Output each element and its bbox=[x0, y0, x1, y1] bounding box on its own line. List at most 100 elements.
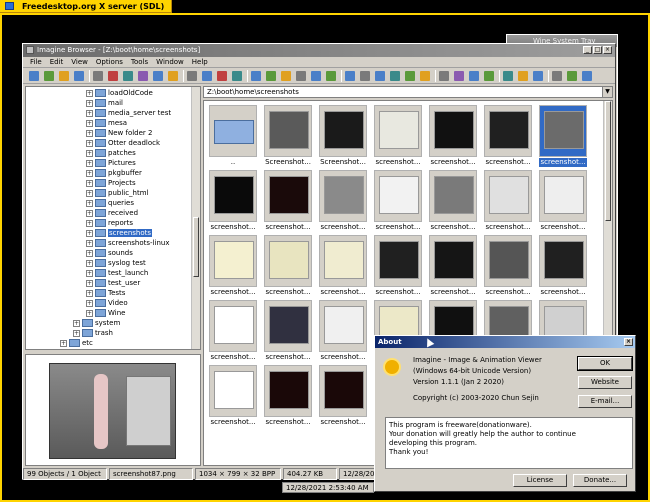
toolbar-button-icon[interactable] bbox=[552, 71, 562, 81]
thumbnail-item[interactable]: Screenshot... bbox=[319, 105, 369, 169]
thumbnail-item[interactable]: screenshot... bbox=[484, 235, 534, 299]
menu-view[interactable]: View bbox=[67, 57, 92, 67]
toolbar-button-icon[interactable] bbox=[296, 71, 306, 81]
toolbar-button-icon[interactable] bbox=[251, 71, 261, 81]
thumbnail-item[interactable]: screenshot... bbox=[319, 170, 369, 234]
toolbar-button-icon[interactable] bbox=[281, 71, 291, 81]
expand-icon[interactable]: + bbox=[86, 269, 93, 277]
tree-scrollbar[interactable] bbox=[191, 87, 200, 349]
tree-item[interactable]: + received bbox=[86, 208, 138, 218]
tree-item[interactable]: + etc bbox=[60, 338, 93, 348]
toolbar-button-icon[interactable] bbox=[567, 71, 577, 81]
toolbar-button-icon[interactable] bbox=[326, 71, 336, 81]
path-combobox[interactable]: Z:\boot\home\screenshots ▼ bbox=[203, 86, 613, 98]
toolbar-button-icon[interactable] bbox=[518, 71, 528, 81]
toolbar-button-icon[interactable] bbox=[202, 71, 212, 81]
expand-icon[interactable]: + bbox=[60, 339, 67, 347]
expand-icon[interactable]: + bbox=[86, 289, 93, 297]
tree-item[interactable]: + Projects bbox=[86, 178, 136, 188]
expand-icon[interactable]: + bbox=[86, 249, 93, 257]
toolbar-button-icon[interactable] bbox=[187, 71, 197, 81]
window-titlebar[interactable]: Imagine Browser - [Z:\boot\home\screensh… bbox=[23, 44, 615, 57]
ok-button[interactable]: OK bbox=[577, 356, 633, 371]
expand-icon[interactable]: + bbox=[86, 119, 93, 127]
toolbar-button-icon[interactable] bbox=[390, 71, 400, 81]
thumbnail-item[interactable]: screenshot... bbox=[319, 235, 369, 299]
toolbar-button-icon[interactable] bbox=[311, 71, 321, 81]
toolbar-button-icon[interactable] bbox=[138, 71, 148, 81]
thumbnail-item[interactable]: screenshot... bbox=[209, 170, 259, 234]
thumbnail-item[interactable]: screenshot... bbox=[264, 300, 314, 364]
donate-button[interactable]: Donate... bbox=[573, 474, 627, 487]
parent-folder-item[interactable]: .. bbox=[209, 105, 259, 169]
expand-icon[interactable]: + bbox=[86, 309, 93, 317]
thumbnail-item[interactable]: screenshot... bbox=[264, 235, 314, 299]
tree-item[interactable]: + test_user bbox=[86, 278, 140, 288]
expand-icon[interactable]: + bbox=[86, 299, 93, 307]
tree-scroll-thumb[interactable] bbox=[193, 217, 199, 277]
menu-window[interactable]: Window bbox=[152, 57, 188, 67]
tree-item[interactable]: + Otter deadlock bbox=[86, 138, 160, 148]
expand-icon[interactable]: + bbox=[86, 169, 93, 177]
email-button[interactable]: E-mail... bbox=[578, 395, 632, 408]
thumbnail-item[interactable]: screenshot... bbox=[539, 235, 589, 299]
toolbar-button-icon[interactable] bbox=[582, 71, 592, 81]
tree-item[interactable]: + mesa bbox=[86, 118, 127, 128]
toolbar-button-icon[interactable] bbox=[232, 71, 242, 81]
thumbnail-item[interactable]: screenshot... bbox=[319, 365, 369, 429]
tree-item[interactable]: + public_html bbox=[86, 188, 149, 198]
toolbar-button-icon[interactable] bbox=[59, 71, 69, 81]
expand-icon[interactable]: + bbox=[73, 319, 80, 327]
toolbar-button-icon[interactable] bbox=[108, 71, 118, 81]
thumbnail-item[interactable]: screenshot... bbox=[539, 170, 589, 234]
thumbnail-item[interactable]: screenshot... bbox=[539, 105, 589, 169]
expand-icon[interactable]: + bbox=[86, 99, 93, 107]
thumbnail-item[interactable]: screenshot... bbox=[374, 235, 424, 299]
expand-icon[interactable]: + bbox=[86, 219, 93, 227]
toolbar-button-icon[interactable] bbox=[168, 71, 178, 81]
expand-icon[interactable]: + bbox=[86, 199, 93, 207]
tree-item[interactable]: + loadOldCode bbox=[86, 88, 153, 98]
thumbnail-item[interactable]: screenshot... bbox=[429, 170, 479, 234]
tree-item[interactable]: + queries bbox=[86, 198, 134, 208]
expand-icon[interactable]: + bbox=[86, 239, 93, 247]
toolbar-button-icon[interactable] bbox=[93, 71, 103, 81]
minimize-button[interactable]: _ bbox=[583, 46, 592, 54]
thumbnail-item[interactable]: screenshot... bbox=[429, 235, 479, 299]
toolbar-button-icon[interactable] bbox=[266, 71, 276, 81]
menu-edit[interactable]: Edit bbox=[46, 57, 68, 67]
toolbar-button-icon[interactable] bbox=[29, 71, 39, 81]
thumbnail-item[interactable]: screenshot... bbox=[264, 170, 314, 234]
toolbar-button-icon[interactable] bbox=[405, 71, 415, 81]
toolbar-button-icon[interactable] bbox=[469, 71, 479, 81]
about-titlebar[interactable]: About × bbox=[375, 336, 635, 348]
toolbar-button-icon[interactable] bbox=[74, 71, 84, 81]
chevron-down-icon[interactable]: ▼ bbox=[602, 87, 612, 97]
tree-item[interactable]: + test_launch bbox=[86, 268, 148, 278]
maximize-button[interactable]: □ bbox=[593, 46, 602, 54]
tree-item[interactable]: + system bbox=[73, 318, 120, 328]
expand-icon[interactable]: + bbox=[86, 159, 93, 167]
menu-tools[interactable]: Tools bbox=[127, 57, 152, 67]
tree-item[interactable]: + media_server test bbox=[86, 108, 171, 118]
expand-icon[interactable]: + bbox=[86, 279, 93, 287]
thumbnail-item[interactable]: Screenshot... bbox=[264, 105, 314, 169]
toolbar-button-icon[interactable] bbox=[123, 71, 133, 81]
menu-options[interactable]: Options bbox=[92, 57, 127, 67]
tree-item[interactable]: + pkgbuffer bbox=[86, 168, 142, 178]
thumbnail-item[interactable]: screenshot... bbox=[209, 300, 259, 364]
toolbar-button-icon[interactable] bbox=[360, 71, 370, 81]
thumbnail-item[interactable]: screenshot... bbox=[484, 170, 534, 234]
thumbnail-item[interactable]: screenshot... bbox=[319, 300, 369, 364]
toolbar-button-icon[interactable] bbox=[44, 71, 54, 81]
toolbar-button-icon[interactable] bbox=[153, 71, 163, 81]
expand-icon[interactable]: + bbox=[86, 209, 93, 217]
expand-icon[interactable]: + bbox=[86, 259, 93, 267]
close-button[interactable]: × bbox=[603, 46, 612, 54]
folder-tree[interactable]: + loadOldCode + mail + media_server test + mesa… bbox=[25, 86, 201, 350]
toolbar-button-icon[interactable] bbox=[420, 71, 430, 81]
expand-icon[interactable]: + bbox=[86, 129, 93, 137]
tree-item[interactable]: + reports bbox=[86, 218, 133, 228]
tree-item[interactable]: + trash bbox=[73, 328, 113, 338]
tree-item[interactable]: + screenshots-linux bbox=[86, 238, 169, 248]
